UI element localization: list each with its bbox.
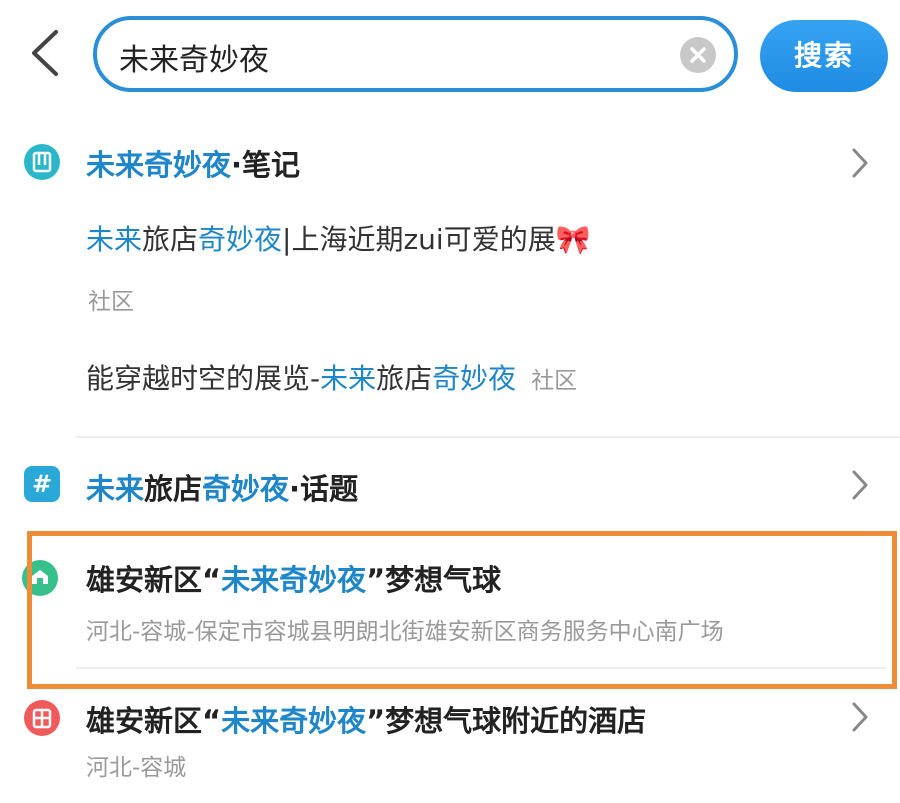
- topic-section-title[interactable]: 未来旅店奇妙夜·话题: [86, 466, 358, 508]
- search-query-text: 未来奇妙夜: [119, 43, 269, 78]
- search-input[interactable]: 未来奇妙夜: [93, 16, 738, 92]
- note-item-title[interactable]: 能穿越时空的展览-未来旅店奇妙夜 社区: [86, 357, 577, 397]
- note-icon: [24, 144, 60, 180]
- chevron-right-icon[interactable]: [850, 146, 870, 180]
- search-button[interactable]: 搜索: [760, 20, 888, 92]
- note-item-title[interactable]: 未来旅店奇妙夜|上海近期zui可爱的展🎀: [86, 218, 591, 258]
- note-item-source: 社区: [531, 368, 578, 394]
- clear-icon[interactable]: [680, 37, 716, 73]
- hotel-icon: [24, 700, 60, 736]
- hotel-result-address: 河北-容城: [86, 755, 187, 781]
- highlight-frame: [27, 531, 897, 689]
- note-item-source: 社区: [88, 289, 134, 315]
- back-arrow-icon[interactable]: [26, 28, 66, 78]
- notes-section-title[interactable]: 未来奇妙夜·笔记: [86, 142, 300, 184]
- hashtag-icon: #: [24, 466, 60, 502]
- divider: [76, 436, 900, 438]
- hotel-result-title[interactable]: 雄安新区“未来奇妙夜”梦想气球附近的酒店: [86, 698, 646, 740]
- chevron-right-icon[interactable]: [850, 700, 870, 734]
- chevron-right-icon[interactable]: [850, 468, 870, 502]
